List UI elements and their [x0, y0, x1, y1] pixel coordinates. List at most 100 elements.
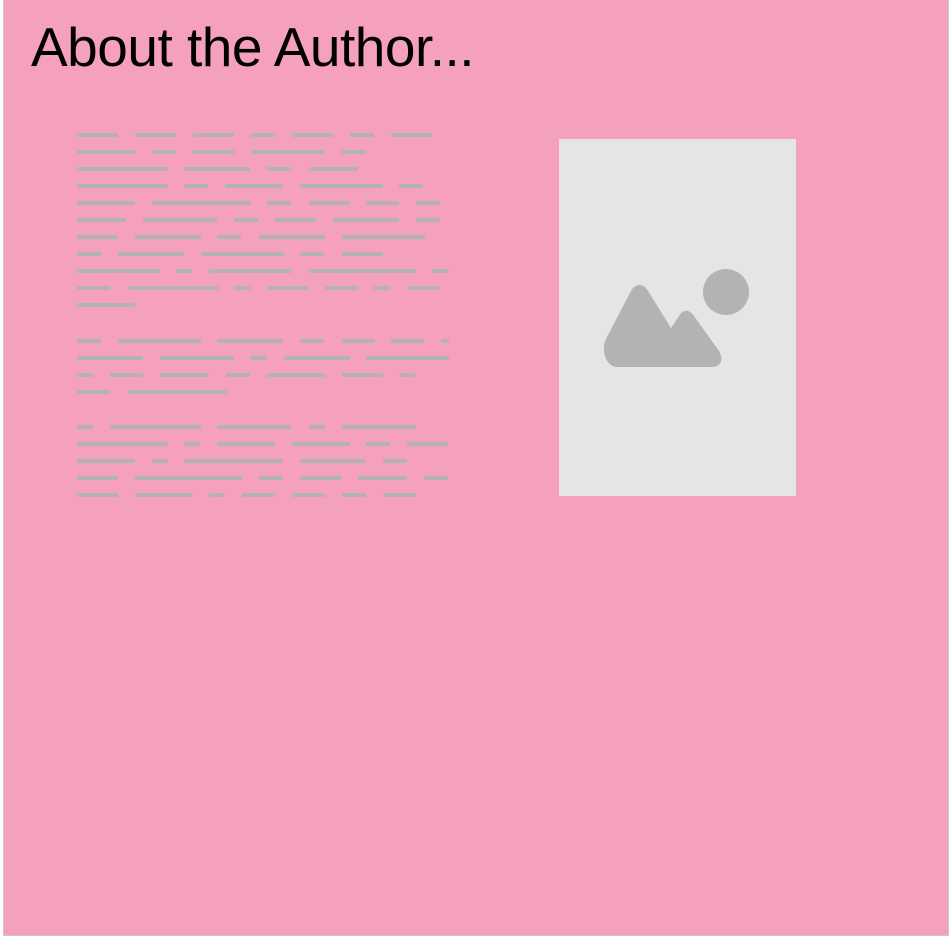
placeholder-word	[342, 425, 416, 429]
placeholder-word	[176, 269, 192, 273]
placeholder-word	[184, 167, 250, 171]
placeholder-word	[77, 286, 110, 290]
placeholder-word	[300, 476, 341, 480]
placeholder-word	[225, 184, 283, 188]
placeholder-word	[217, 339, 283, 343]
placeholder-word	[416, 201, 440, 205]
placeholder-word	[292, 133, 333, 137]
placeholder-word	[110, 373, 143, 377]
placeholder-paragraph	[77, 339, 450, 407]
placeholder-word	[77, 356, 143, 360]
placeholder-word	[267, 167, 291, 171]
placeholder-text-line	[77, 167, 450, 184]
placeholder-word	[77, 150, 135, 154]
placeholder-word	[209, 493, 225, 497]
placeholder-word	[184, 459, 283, 463]
placeholder-word	[325, 286, 358, 290]
placeholder-word	[77, 459, 135, 463]
placeholder-word	[184, 442, 200, 446]
placeholder-word	[184, 184, 208, 188]
placeholder-word	[391, 133, 432, 137]
placeholder-word	[251, 356, 267, 360]
placeholder-word	[110, 425, 201, 429]
placeholder-word	[77, 493, 118, 497]
placeholder-word	[300, 339, 324, 343]
placeholder-word	[267, 201, 291, 205]
placeholder-word	[193, 150, 234, 154]
placeholder-text-line	[77, 269, 450, 286]
placeholder-text-line	[77, 459, 450, 476]
placeholder-word	[242, 493, 275, 497]
placeholder-word	[77, 339, 101, 343]
placeholder-text-line	[77, 252, 450, 269]
placeholder-text-line	[77, 218, 450, 235]
placeholder-word	[77, 269, 160, 273]
placeholder-text-line	[77, 150, 450, 167]
placeholder-word	[267, 373, 325, 377]
placeholder-word	[127, 286, 218, 290]
placeholder-word	[209, 269, 292, 273]
placeholder-word	[374, 286, 390, 290]
placeholder-text-line	[77, 303, 450, 320]
placeholder-word	[342, 339, 375, 343]
placeholder-text-line	[77, 425, 450, 442]
placeholder-word	[300, 252, 324, 256]
placeholder-word	[234, 218, 258, 222]
placeholder-word	[193, 133, 234, 137]
placeholder-word	[342, 252, 383, 256]
placeholder-word	[77, 425, 93, 429]
placeholder-word	[275, 218, 316, 222]
placeholder-word	[234, 286, 250, 290]
placeholder-word	[333, 218, 399, 222]
placeholder-word	[383, 459, 407, 463]
placeholder-word	[366, 442, 390, 446]
placeholder-text-line	[77, 442, 450, 459]
placeholder-word	[77, 133, 118, 137]
placeholder-word	[342, 373, 383, 377]
placeholder-text-line	[77, 493, 450, 510]
image-placeholder-icon	[603, 269, 749, 367]
placeholder-word	[259, 235, 325, 239]
placeholder-word	[77, 303, 135, 307]
placeholder-word	[143, 218, 217, 222]
placeholder-word	[407, 442, 448, 446]
page-frame: About the Author...	[3, 0, 949, 936]
placeholder-word	[259, 476, 283, 480]
placeholder-text-line	[77, 201, 450, 218]
placeholder-text-line	[77, 373, 450, 390]
placeholder-text-line	[77, 286, 450, 303]
placeholder-word	[300, 184, 383, 188]
placeholder-word	[152, 459, 168, 463]
page-title: About the Author...	[31, 16, 475, 78]
placeholder-word	[226, 373, 250, 377]
placeholder-word	[366, 201, 399, 205]
placeholder-word	[135, 476, 242, 480]
placeholder-paragraph	[77, 425, 450, 510]
placeholder-word	[217, 235, 241, 239]
placeholder-word	[309, 269, 416, 273]
placeholder-text-line	[77, 339, 450, 356]
author-photo	[559, 139, 796, 496]
placeholder-word	[251, 150, 325, 154]
placeholder-word	[77, 373, 93, 377]
placeholder-text-line	[77, 356, 450, 373]
placeholder-word	[77, 476, 118, 480]
placeholder-word	[432, 269, 449, 273]
placeholder-word	[284, 356, 350, 360]
placeholder-word	[358, 476, 407, 480]
placeholder-word	[77, 167, 168, 171]
placeholder-word	[77, 390, 110, 394]
placeholder-word	[77, 252, 101, 256]
placeholder-word	[152, 201, 251, 205]
placeholder-text-line	[77, 390, 450, 407]
placeholder-word	[201, 252, 284, 256]
placeholder-word	[217, 442, 275, 446]
placeholder-word	[342, 235, 425, 239]
placeholder-paragraph	[77, 133, 450, 320]
placeholder-word	[300, 459, 366, 463]
placeholder-word	[309, 425, 325, 429]
placeholder-word	[407, 286, 440, 290]
placeholder-word	[292, 442, 350, 446]
placeholder-word	[391, 339, 424, 343]
placeholder-word	[118, 339, 201, 343]
